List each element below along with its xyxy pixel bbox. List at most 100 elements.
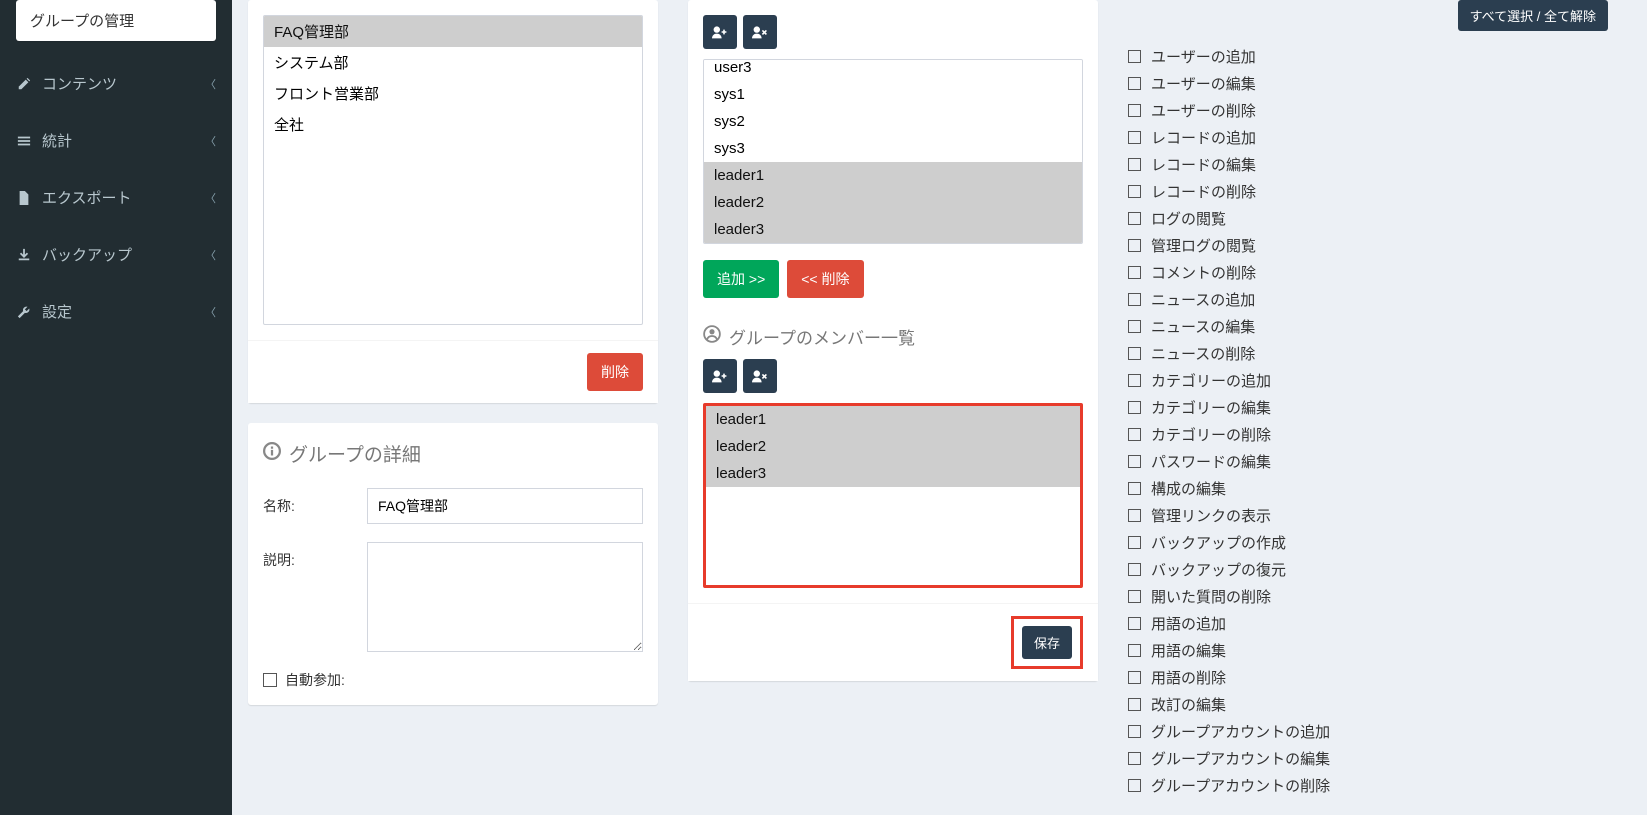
option-フロント営業部[interactable]: フロント営業部 <box>264 78 642 109</box>
auto-join-checkbox[interactable] <box>263 673 277 687</box>
option-leader2[interactable]: leader2 <box>704 189 1082 216</box>
option-sys3[interactable]: sys3 <box>704 135 1082 162</box>
deselect-all-members-button[interactable] <box>743 359 777 393</box>
remove-user-button[interactable]: << 削除 <box>787 260 863 298</box>
permission-checkbox[interactable] <box>1128 455 1141 468</box>
permission-checkbox[interactable] <box>1128 482 1141 495</box>
permission-checkbox[interactable] <box>1128 158 1141 171</box>
permission-checkbox[interactable] <box>1128 590 1141 603</box>
permission-label: カテゴリーの追加 <box>1151 370 1271 391</box>
permission-item-10[interactable]: ニュースの編集 <box>1128 313 1608 340</box>
permission-item-6[interactable]: ログの閲覧 <box>1128 205 1608 232</box>
sidebar-item-1[interactable]: 統計〈 <box>0 112 232 169</box>
permission-checkbox[interactable] <box>1128 509 1141 522</box>
permission-checkbox[interactable] <box>1128 428 1141 441</box>
permission-item-14[interactable]: カテゴリーの削除 <box>1128 421 1608 448</box>
permission-checkbox[interactable] <box>1128 131 1141 144</box>
desc-textarea[interactable] <box>367 542 643 652</box>
option-FAQ管理部[interactable]: FAQ管理部 <box>264 16 642 47</box>
permission-checkbox[interactable] <box>1128 671 1141 684</box>
permission-item-23[interactable]: 用語の削除 <box>1128 664 1608 691</box>
sidebar-active-item[interactable]: グループの管理 <box>16 0 216 41</box>
permission-item-27[interactable]: グループアカウントの削除 <box>1128 772 1608 799</box>
option-leader2[interactable]: leader2 <box>706 433 1080 460</box>
permission-item-3[interactable]: レコードの追加 <box>1128 124 1608 151</box>
permission-item-20[interactable]: 開いた質問の削除 <box>1128 583 1608 610</box>
toggle-all-permissions-button[interactable]: すべて選択 / 全て解除 <box>1458 0 1608 31</box>
group-list-select[interactable]: FAQ管理部システム部フロント営業部全社 <box>263 15 643 325</box>
permission-checkbox[interactable] <box>1128 347 1141 360</box>
option-leader3[interactable]: leader3 <box>704 216 1082 243</box>
permission-checkbox[interactable] <box>1128 752 1141 765</box>
edit-icon <box>16 76 32 92</box>
permission-item-1[interactable]: ユーザーの編集 <box>1128 70 1608 97</box>
permission-label: グループアカウントの追加 <box>1151 721 1330 742</box>
permission-item-17[interactable]: 管理リンクの表示 <box>1128 502 1608 529</box>
permission-checkbox[interactable] <box>1128 401 1141 414</box>
permission-checkbox[interactable] <box>1128 77 1141 90</box>
permission-checkbox[interactable] <box>1128 185 1141 198</box>
permission-checkbox[interactable] <box>1128 536 1141 549</box>
permission-checkbox[interactable] <box>1128 563 1141 576</box>
permission-checkbox[interactable] <box>1128 212 1141 225</box>
permission-item-13[interactable]: カテゴリーの編集 <box>1128 394 1608 421</box>
permission-checkbox[interactable] <box>1128 698 1141 711</box>
file-icon <box>16 190 32 206</box>
permission-item-16[interactable]: 構成の編集 <box>1128 475 1608 502</box>
permission-checkbox[interactable] <box>1128 293 1141 306</box>
option-sys2[interactable]: sys2 <box>704 108 1082 135</box>
permission-item-9[interactable]: ニュースの追加 <box>1128 286 1608 313</box>
sidebar-item-4[interactable]: 設定〈 <box>0 283 232 340</box>
permission-item-24[interactable]: 改訂の編集 <box>1128 691 1608 718</box>
option-leader1[interactable]: leader1 <box>706 406 1080 433</box>
permission-item-5[interactable]: レコードの削除 <box>1128 178 1608 205</box>
permission-item-0[interactable]: ユーザーの追加 <box>1128 43 1608 70</box>
permission-checkbox[interactable] <box>1128 320 1141 333</box>
deselect-all-users-button[interactable] <box>743 15 777 49</box>
permission-item-4[interactable]: レコードの編集 <box>1128 151 1608 178</box>
option-sys1[interactable]: sys1 <box>704 81 1082 108</box>
permission-checkbox[interactable] <box>1128 374 1141 387</box>
permission-item-26[interactable]: グループアカウントの編集 <box>1128 745 1608 772</box>
permission-checkbox[interactable] <box>1128 266 1141 279</box>
member-list-select[interactable]: leader1leader2leader3 <box>703 403 1083 588</box>
permission-checkbox[interactable] <box>1128 725 1141 738</box>
permission-item-22[interactable]: 用語の編集 <box>1128 637 1608 664</box>
save-button[interactable]: 保存 <box>1022 626 1072 659</box>
permission-item-2[interactable]: ユーザーの削除 <box>1128 97 1608 124</box>
permission-label: ユーザーの編集 <box>1151 73 1256 94</box>
option-全社[interactable]: 全社 <box>264 109 642 140</box>
option-leader3[interactable]: leader3 <box>706 460 1080 487</box>
permission-item-8[interactable]: コメントの削除 <box>1128 259 1608 286</box>
permission-item-21[interactable]: 用語の追加 <box>1128 610 1608 637</box>
permission-label: カテゴリーの編集 <box>1151 397 1271 418</box>
permission-checkbox[interactable] <box>1128 779 1141 792</box>
permission-item-12[interactable]: カテゴリーの追加 <box>1128 367 1608 394</box>
permission-label: ユーザーの追加 <box>1151 46 1256 67</box>
permission-item-18[interactable]: バックアップの作成 <box>1128 529 1608 556</box>
permission-checkbox[interactable] <box>1128 104 1141 117</box>
save-highlight-box: 保存 <box>1011 616 1083 669</box>
permission-item-7[interactable]: 管理ログの閲覧 <box>1128 232 1608 259</box>
delete-group-button[interactable]: 削除 <box>587 353 643 391</box>
option-leader1[interactable]: leader1 <box>704 162 1082 189</box>
add-user-button[interactable]: 追加 >> <box>703 260 779 298</box>
permission-item-11[interactable]: ニュースの削除 <box>1128 340 1608 367</box>
permission-checkbox[interactable] <box>1128 617 1141 630</box>
sidebar-item-0[interactable]: コンテンツ〈 <box>0 55 232 112</box>
permission-label: レコードの削除 <box>1151 181 1256 202</box>
permission-checkbox[interactable] <box>1128 239 1141 252</box>
select-all-members-button[interactable] <box>703 359 737 393</box>
user-picker-select[interactable]: user3sys1sys2sys3leader1leader2leader3 <box>703 59 1083 244</box>
permission-item-15[interactable]: パスワードの編集 <box>1128 448 1608 475</box>
name-input[interactable] <box>367 488 643 524</box>
sidebar-item-3[interactable]: バックアップ〈 <box>0 226 232 283</box>
permission-checkbox[interactable] <box>1128 644 1141 657</box>
sidebar-item-2[interactable]: エクスポート〈 <box>0 169 232 226</box>
permission-checkbox[interactable] <box>1128 50 1141 63</box>
permission-item-19[interactable]: バックアップの復元 <box>1128 556 1608 583</box>
option-user3[interactable]: user3 <box>704 59 1082 81</box>
select-all-users-button[interactable] <box>703 15 737 49</box>
permission-item-25[interactable]: グループアカウントの追加 <box>1128 718 1608 745</box>
option-システム部[interactable]: システム部 <box>264 47 642 78</box>
